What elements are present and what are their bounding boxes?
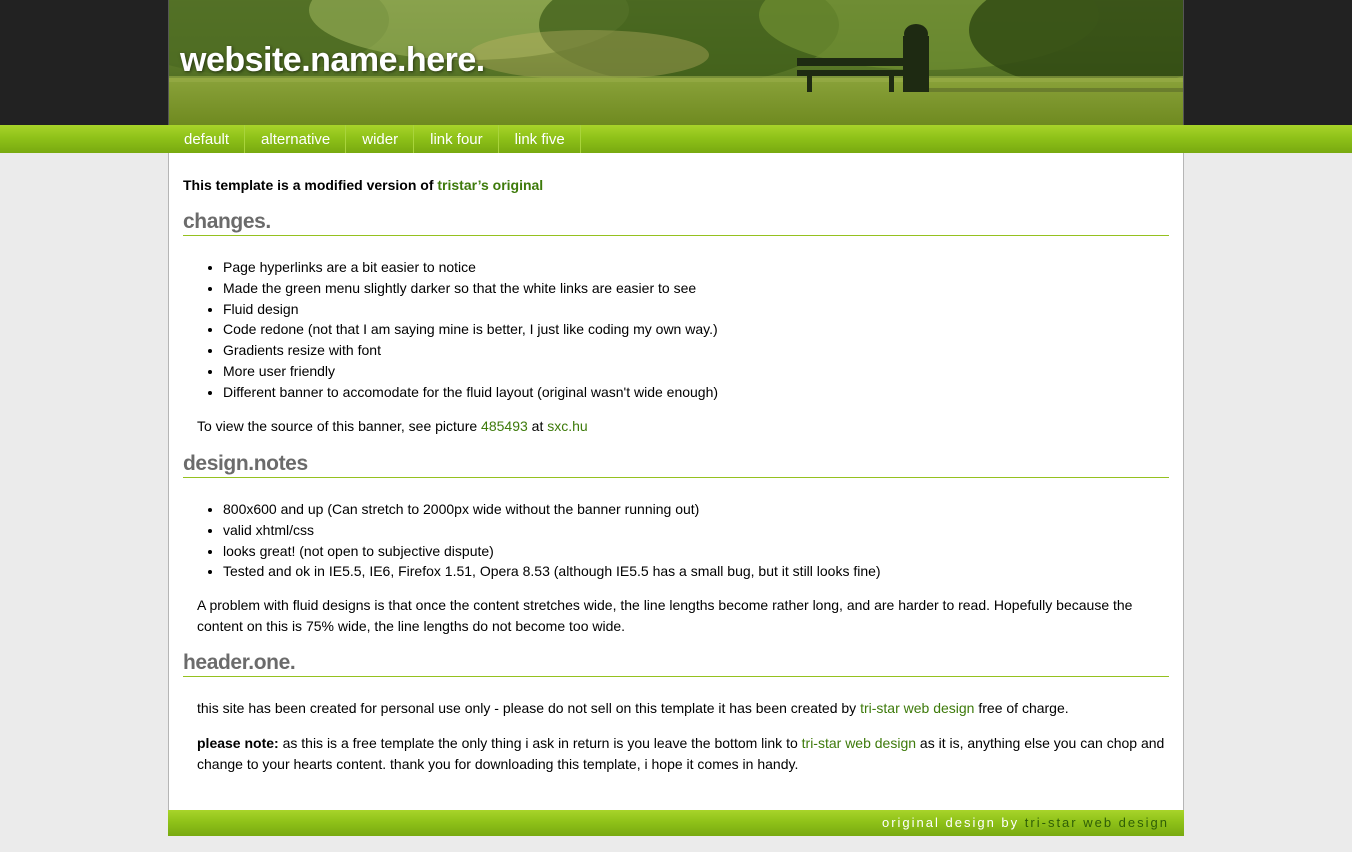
banner: website.name.here.	[168, 0, 1184, 125]
list-item: Code redone (not that I am saying mine i…	[223, 319, 718, 340]
footer-credit: original design by tri-star web design	[882, 815, 1169, 830]
footer-credit-text: original design by	[881, 815, 1025, 830]
please-note-text: as this is a free template the only thin…	[278, 735, 802, 751]
nav-link-default[interactable]: default	[168, 125, 246, 153]
please-note-label: please note:	[197, 735, 279, 751]
footer: original design by tri-star web design	[168, 810, 1184, 836]
list-item: looks great! (not open to subjective dis…	[223, 541, 881, 562]
tri-star-link[interactable]: tri-star web design	[802, 735, 916, 751]
source-mid: at	[527, 418, 548, 434]
tri-star-link[interactable]: tri-star web design	[860, 700, 974, 716]
sxc-link[interactable]: sxc.hu	[547, 418, 587, 434]
main-content: This template is a modified version of t…	[168, 153, 1184, 810]
banner-source-text: To view the source of this banner, see p…	[197, 416, 1169, 437]
list-item: Page hyperlinks are a bit easier to noti…	[223, 257, 718, 278]
intro-line: This template is a modified version of t…	[183, 177, 543, 193]
heading-header-one: header.one.	[183, 651, 1169, 677]
heading-design-notes: design.notes	[183, 452, 1169, 478]
personal-use-tail: free of charge.	[974, 700, 1069, 716]
nav-link-alternative[interactable]: alternative	[245, 125, 347, 153]
changes-list: Page hyperlinks are a bit easier to noti…	[183, 257, 718, 403]
list-item: Gradients resize with font	[223, 340, 718, 361]
heading-changes: changes.	[183, 210, 1169, 236]
fluid-design-paragraph: A problem with fluid designs is that onc…	[197, 597, 1133, 634]
list-item: Tested and ok in IE5.5, IE6, Firefox 1.5…	[223, 561, 881, 582]
site-title[interactable]: website.name.here.	[180, 41, 485, 80]
list-item: 800x600 and up (Can stretch to 2000px wi…	[223, 499, 881, 520]
list-item: Different banner to accomodate for the f…	[223, 382, 718, 403]
nav-link-five[interactable]: link five	[499, 125, 581, 153]
list-item: More user friendly	[223, 361, 718, 382]
list-item: Made the green menu slightly darker so t…	[223, 278, 718, 299]
page-container: website.name.here. default alternative w…	[168, 0, 1184, 836]
design-notes-list: 800x600 and up (Can stretch to 2000px wi…	[183, 499, 881, 582]
main-nav: default alternative wider link four link…	[168, 125, 581, 153]
source-text: To view the source of this banner, see p…	[197, 418, 482, 434]
please-note-paragraph: please note: as this is a free template …	[197, 733, 1169, 775]
tristar-original-link[interactable]: tristar’s original	[437, 177, 543, 193]
nav-link-four[interactable]: link four	[414, 125, 499, 153]
personal-use-text: this site has been created for personal …	[197, 700, 861, 716]
list-item: valid xhtml/css	[223, 520, 881, 541]
footer-tri-star-link[interactable]: tri-star web design	[1025, 815, 1169, 830]
nav-link-wider[interactable]: wider	[346, 125, 415, 153]
intro-text: This template is a modified version of	[183, 177, 438, 193]
list-item: Fluid design	[223, 299, 718, 320]
personal-use-paragraph: this site has been created for personal …	[197, 698, 1169, 719]
picture-link[interactable]: 485493	[481, 418, 528, 434]
